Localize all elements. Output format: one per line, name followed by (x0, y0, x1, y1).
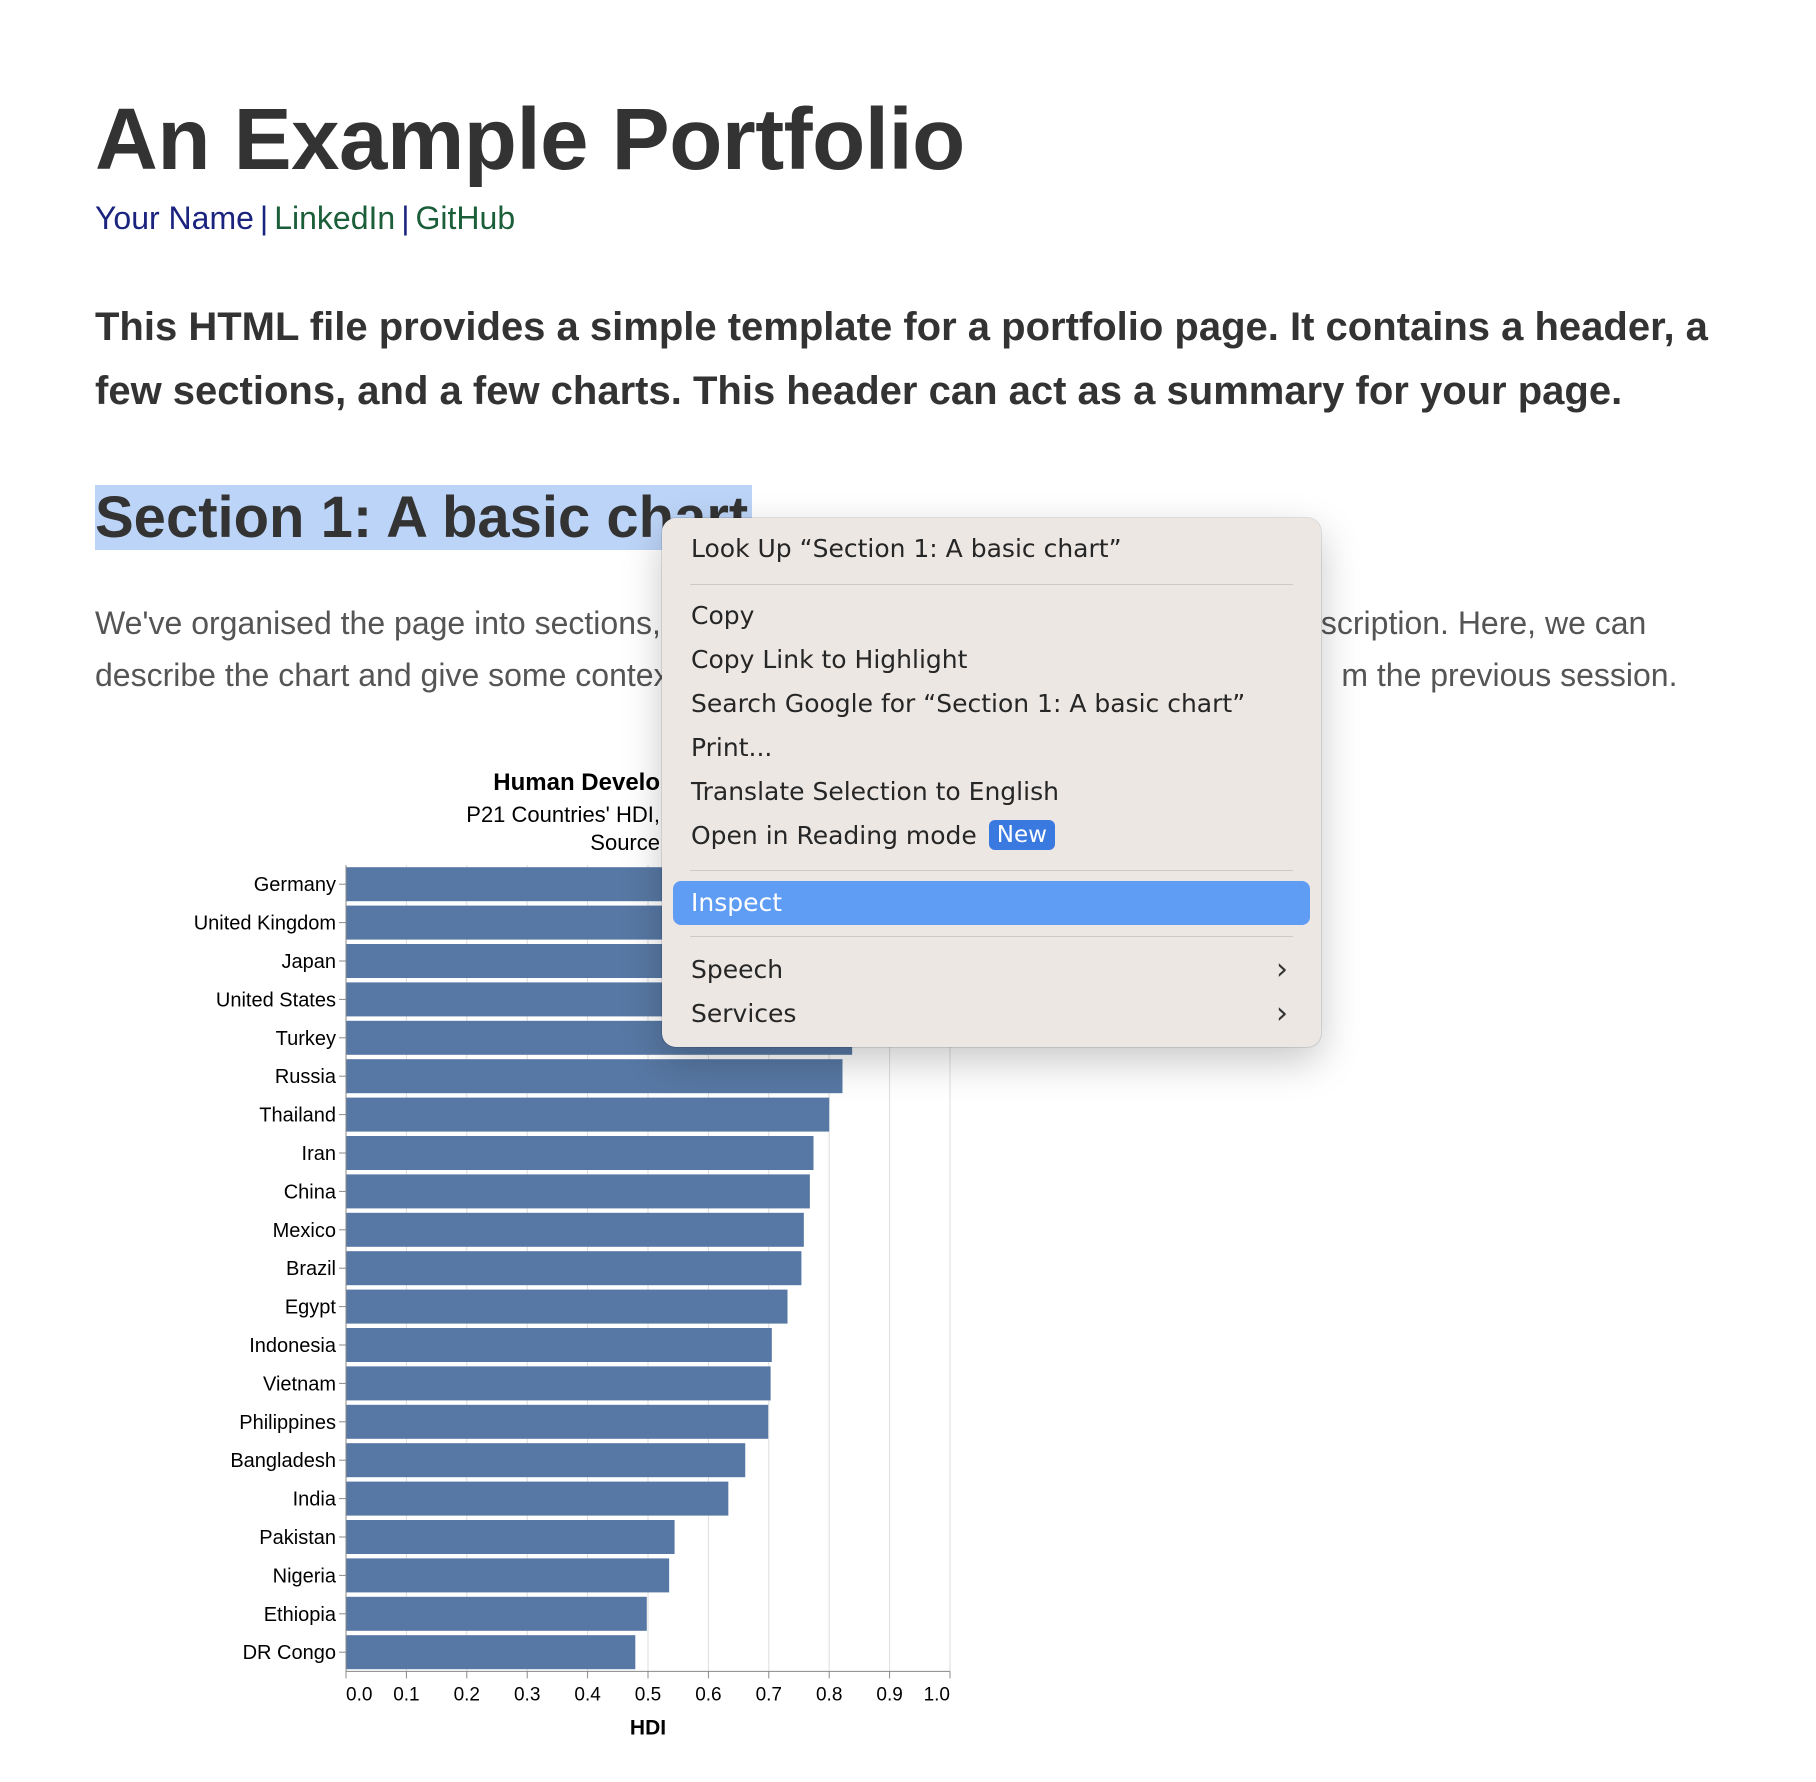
y-tick-label: Russia (275, 1066, 337, 1088)
author-links: Your Name | LinkedIn | GitHub (95, 200, 515, 237)
services-label: Services (691, 999, 797, 1028)
context-menu: Look Up “Section 1: A basic chart” Copy … (662, 518, 1321, 1047)
bar-india (346, 1481, 729, 1516)
y-tick-label: Turkey (276, 1028, 336, 1050)
chart-subtitle: P21 Countries' HDI, (466, 802, 660, 827)
menu-item-copy-link-to-highlight[interactable]: Copy Link to Highlight (673, 638, 1310, 682)
y-tick-label: DR Congo (243, 1642, 336, 1664)
bar-thailand (346, 1097, 830, 1132)
menu-item-services[interactable]: Services › (673, 992, 1310, 1036)
x-axis-label: HDI (630, 1716, 666, 1739)
linkedin-link[interactable]: LinkedIn (274, 200, 395, 236)
x-tick-label: 1.0 (924, 1684, 950, 1705)
new-badge: New (988, 820, 1055, 850)
y-tick-label: Thailand (259, 1105, 336, 1127)
y-tick-label: Vietnam (263, 1373, 336, 1395)
y-tick-label: Philippines (239, 1412, 336, 1434)
chevron-right-icon: › (1276, 996, 1288, 1031)
menu-separator (690, 584, 1293, 585)
reading-mode-label: Open in Reading mode (691, 821, 977, 850)
section-1-title: Section 1: A basic chart (95, 473, 753, 563)
x-tick-label: 0.4 (574, 1684, 601, 1705)
text-selection-highlight: Section 1: A basic chart (95, 485, 753, 550)
menu-item-reading-mode[interactable]: Open in Reading mode New (673, 814, 1310, 858)
y-tick-label: India (293, 1489, 337, 1511)
link-separator: | (401, 200, 410, 236)
bar-pakistan (346, 1520, 675, 1554)
menu-separator (690, 870, 1293, 871)
x-tick-label: 0.3 (514, 1684, 540, 1705)
y-tick-label: Brazil (286, 1258, 336, 1280)
chart-source: Source (590, 830, 660, 855)
bar-iran (346, 1136, 814, 1170)
x-tick-label: 0.1 (393, 1684, 419, 1705)
y-tick-label: Pakistan (259, 1527, 336, 1549)
bar-vietnam (346, 1366, 771, 1401)
y-tick-label: Iran (302, 1143, 336, 1165)
x-tick-label: 0.8 (816, 1684, 842, 1705)
bar-ethiopia (346, 1596, 647, 1631)
menu-separator (690, 936, 1293, 937)
y-tick-label: China (284, 1181, 337, 1203)
x-tick-label: 0.0 (346, 1684, 372, 1705)
x-tick-label: 0.6 (695, 1684, 721, 1705)
bar-bangladesh (346, 1443, 746, 1478)
bar-indonesia (346, 1328, 772, 1362)
menu-item-look-up[interactable]: Look Up “Section 1: A basic chart” (673, 527, 1310, 571)
x-tick-label: 0.7 (756, 1684, 782, 1705)
menu-item-speech[interactable]: Speech › (673, 948, 1310, 992)
y-tick-label: Germany (254, 874, 336, 896)
speech-label: Speech (691, 955, 784, 984)
chevron-right-icon: › (1276, 952, 1288, 987)
bar-russia (346, 1059, 843, 1094)
author-name-link[interactable]: Your Name (95, 200, 254, 236)
bar-dr-congo (346, 1635, 636, 1670)
y-tick-label: Indonesia (249, 1335, 337, 1357)
y-tick-label: Japan (282, 951, 337, 973)
menu-item-copy[interactable]: Copy (673, 594, 1310, 638)
menu-item-translate[interactable]: Translate Selection to English (673, 770, 1310, 814)
page-summary: This HTML file provides a simple templat… (95, 305, 1708, 413)
x-tick-label: 0.2 (454, 1684, 480, 1705)
bar-mexico (346, 1212, 804, 1247)
bar-brazil (346, 1251, 802, 1286)
menu-item-inspect[interactable]: Inspect (673, 881, 1310, 925)
page-title: An Example Portfolio (95, 91, 965, 188)
link-separator: | (259, 200, 269, 236)
bar-nigeria (346, 1558, 670, 1593)
y-tick-label: Egypt (285, 1297, 337, 1319)
bar-egypt (346, 1289, 788, 1324)
y-tick-label: United Kingdom (194, 913, 336, 935)
menu-item-print[interactable]: Print... (673, 726, 1310, 770)
y-tick-label: Ethiopia (264, 1604, 337, 1626)
bar-philippines (346, 1404, 769, 1439)
x-tick-label: 0.9 (876, 1684, 902, 1705)
y-tick-label: Mexico (273, 1220, 336, 1242)
y-tick-label: Bangladesh (230, 1450, 336, 1472)
github-link[interactable]: GitHub (416, 200, 516, 236)
chart-title: Human Develo (493, 769, 660, 796)
x-tick-label: 0.5 (635, 1684, 661, 1705)
y-tick-label: Nigeria (273, 1565, 337, 1587)
menu-item-search-google[interactable]: Search Google for “Section 1: A basic ch… (673, 682, 1310, 726)
bar-china (346, 1174, 810, 1209)
y-tick-label: United States (216, 989, 336, 1011)
